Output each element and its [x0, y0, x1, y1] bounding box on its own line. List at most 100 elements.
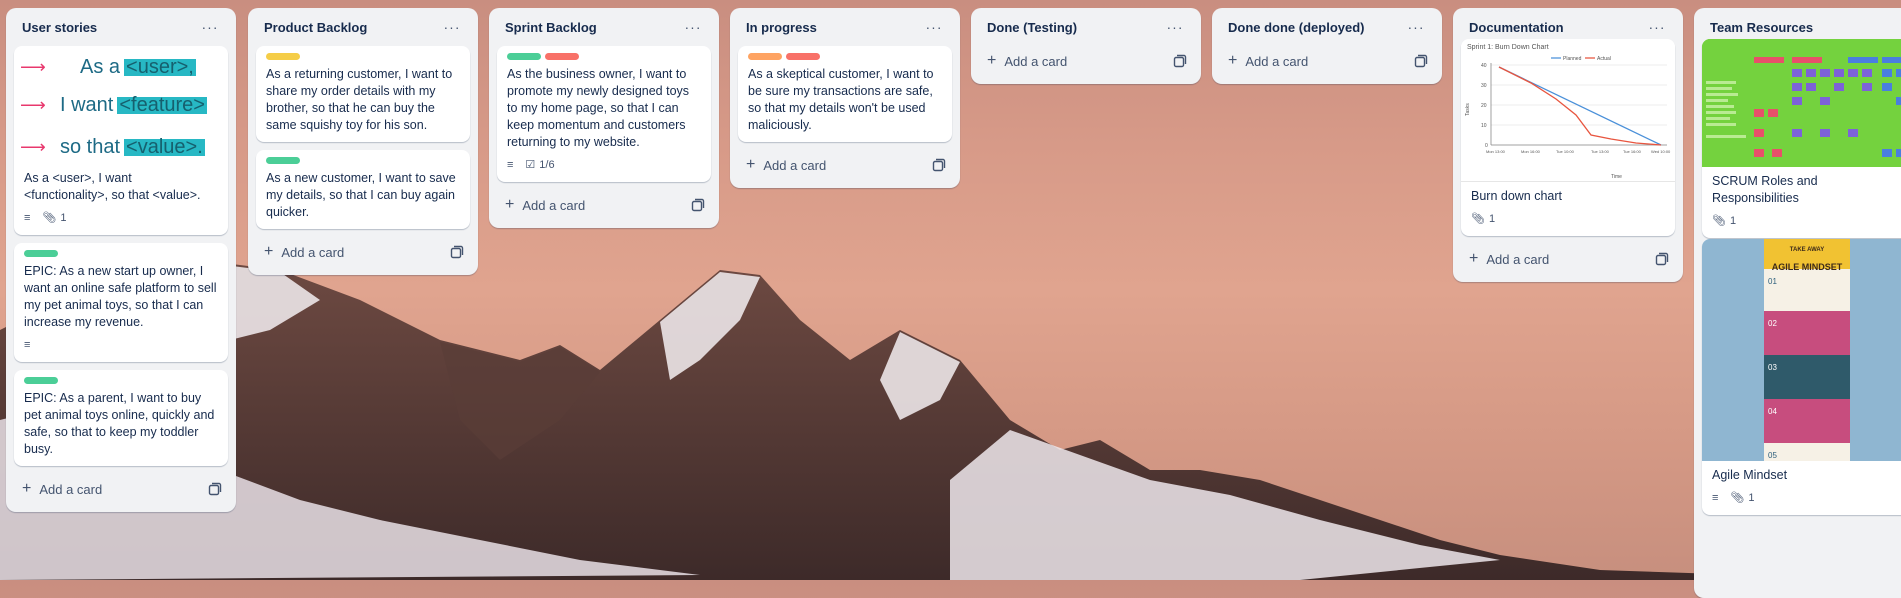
add-card-button[interactable]: + Add a card [505, 197, 585, 213]
list-in-progress: In progress ··· As a skeptical customer,… [730, 8, 960, 188]
card-title: As a <user>, I want <functionality>, so … [24, 171, 201, 202]
burndown-xtick: Wed 10:00 [1651, 149, 1671, 154]
create-from-template-icon[interactable] [932, 158, 946, 172]
add-card-row: + Add a card [14, 474, 228, 504]
label-yellow [266, 53, 300, 60]
create-from-template-icon[interactable] [208, 482, 222, 496]
list-header: Product Backlog ··· [256, 8, 470, 46]
card-labels [266, 157, 460, 164]
card-badges: ≡ 📎︎ 1 [1712, 490, 1896, 507]
arrow-icon: ⟶ [20, 94, 46, 115]
agile-step: 02 [1764, 311, 1850, 355]
card-title: Burn down chart [1471, 189, 1563, 203]
more-actions-icon[interactable]: ··· [440, 15, 464, 39]
add-card-button[interactable]: + Add a card [264, 244, 344, 260]
list-header: Done (Testing) ··· [979, 8, 1193, 46]
list-title: Documentation [1469, 19, 1564, 35]
add-card-label: Add a card [39, 481, 103, 497]
add-card-button[interactable]: + Add a card [22, 481, 102, 497]
card-new-customer[interactable]: As a new customer, I want to save my det… [256, 150, 470, 229]
label-green [266, 157, 300, 164]
burndown-xtick: Mon 13:00 [1486, 149, 1506, 154]
more-actions-icon[interactable]: ··· [198, 15, 222, 39]
add-card-button[interactable]: + Add a card [987, 53, 1067, 69]
list-title: User stories [22, 19, 98, 35]
attachment-badge: 📎︎ 1 [1471, 211, 1495, 228]
burndown-xtick: Tue 13:00 [1591, 149, 1610, 154]
burndown-legend-planned: Planned [1563, 56, 1582, 62]
description-icon: ≡ [507, 159, 514, 171]
attachment-count: 1 [1488, 213, 1496, 225]
card-labels [24, 250, 218, 257]
add-card-button[interactable]: + Add a card [746, 157, 826, 173]
card-cover-image [1702, 39, 1901, 167]
arrow-icon: ⟶ [20, 56, 46, 77]
card-badges: ≡ ☑ 1/6 [507, 157, 701, 174]
more-actions-icon[interactable]: ··· [681, 15, 705, 39]
card-epic-startup[interactable]: EPIC: As a new start up owner, I want an… [14, 243, 228, 362]
add-card-row: + Add a card [738, 150, 952, 180]
card-skeptical-customer[interactable]: As a skeptical customer, I want to be su… [738, 46, 952, 142]
card-cover-image: Sprint 1: Burn Down Chart Planned Actual… [1461, 39, 1675, 182]
card-user-story-template[interactable]: ⟶ As a <user>, ⟶ I want <feature> ⟶ so t… [14, 46, 228, 235]
attachment-badge: 📎︎ 1 [1712, 213, 1736, 230]
cover-text-prefix: I want [60, 93, 114, 116]
add-card-button[interactable]: + Add a card [1469, 251, 1549, 267]
add-card-button[interactable]: + Add a card [1228, 53, 1308, 69]
card-badges: ≡ 📎︎ 1 [24, 210, 218, 227]
arrow-icon: ⟶ [20, 136, 46, 157]
paperclip-icon: 📎︎ [1471, 213, 1485, 225]
checkbox-icon: ☑ [525, 159, 536, 171]
board: User stories ··· ⟶ As a <user>, ⟶ I want… [0, 0, 1901, 598]
agile-step: 03 [1764, 355, 1850, 399]
label-green [507, 53, 541, 60]
add-card-label: Add a card [1486, 251, 1550, 267]
create-from-template-icon[interactable] [1414, 54, 1428, 68]
add-card-row: + Add a card [1461, 244, 1675, 274]
agile-banner-top: TAKE AWAY [1789, 247, 1825, 253]
plus-icon: + [746, 156, 756, 173]
agile-step: 05 [1764, 443, 1850, 461]
create-from-template-icon[interactable] [691, 198, 705, 212]
list-title: Done done (deployed) [1228, 19, 1365, 35]
card-title: As a new customer, I want to save my det… [266, 171, 456, 219]
card-cover-image: ⟶ As a <user>, ⟶ I want <feature> ⟶ so t… [14, 46, 228, 164]
list-header: Done done (deployed) ··· [1220, 8, 1434, 46]
cover-text-prefix: As a [80, 55, 121, 78]
add-card-label: Add a card [1245, 53, 1309, 69]
card-cover-image: TAKE AWAY AGILE MINDSET 01 02 03 04 05 [1702, 239, 1901, 461]
label-orange [748, 53, 782, 60]
burndown-xlabel: Time [1611, 174, 1622, 180]
create-from-template-icon[interactable] [450, 245, 464, 259]
card-title: As the business owner, I want to promote… [507, 67, 690, 149]
list-sprint-backlog: Sprint Backlog ··· As the business owner… [489, 8, 719, 228]
more-actions-icon[interactable]: ··· [1404, 15, 1428, 39]
card-burn-down-chart[interactable]: Sprint 1: Burn Down Chart Planned Actual… [1461, 39, 1675, 236]
cover-text-highlight: <value>. [124, 135, 205, 158]
create-from-template-icon[interactable] [1655, 252, 1669, 266]
cover-text-prefix: so that [60, 135, 121, 158]
card-title: As a returning customer, I want to share… [266, 67, 453, 132]
label-red [786, 53, 820, 60]
description-icon: ≡ [24, 212, 31, 224]
more-actions-icon[interactable]: ··· [922, 15, 946, 39]
list-documentation: Documentation ··· Sprint 1: Burn Down Ch… [1453, 8, 1683, 282]
card-agile-mindset[interactable]: TAKE AWAY AGILE MINDSET 01 02 03 04 05 A… [1702, 239, 1901, 515]
burndown-title: Sprint 1: Burn Down Chart [1467, 44, 1549, 51]
plus-icon: + [1228, 52, 1238, 69]
card-scrum-roles[interactable]: SCRUM Roles and Responsibilities 📎︎ 1 [1702, 39, 1901, 238]
card-business-owner[interactable]: As the business owner, I want to promote… [497, 46, 711, 182]
card-epic-parent[interactable]: EPIC: As a parent, I want to buy pet ani… [14, 370, 228, 466]
scrum-roles-thumbnail [1702, 39, 1901, 167]
card-labels [748, 53, 942, 60]
list-title: Done (Testing) [987, 19, 1078, 35]
more-actions-icon[interactable]: ··· [1163, 15, 1187, 39]
card-returning-customer[interactable]: As a returning customer, I want to share… [256, 46, 470, 142]
burndown-xtick: Mon 16:00 [1521, 149, 1541, 154]
paperclip-icon: 📎︎ [42, 212, 57, 224]
create-from-template-icon[interactable] [1173, 54, 1187, 68]
label-red [545, 53, 579, 60]
more-actions-icon[interactable]: ··· [1645, 15, 1669, 39]
plus-icon: + [987, 52, 997, 69]
add-card-label: Add a card [522, 197, 586, 213]
